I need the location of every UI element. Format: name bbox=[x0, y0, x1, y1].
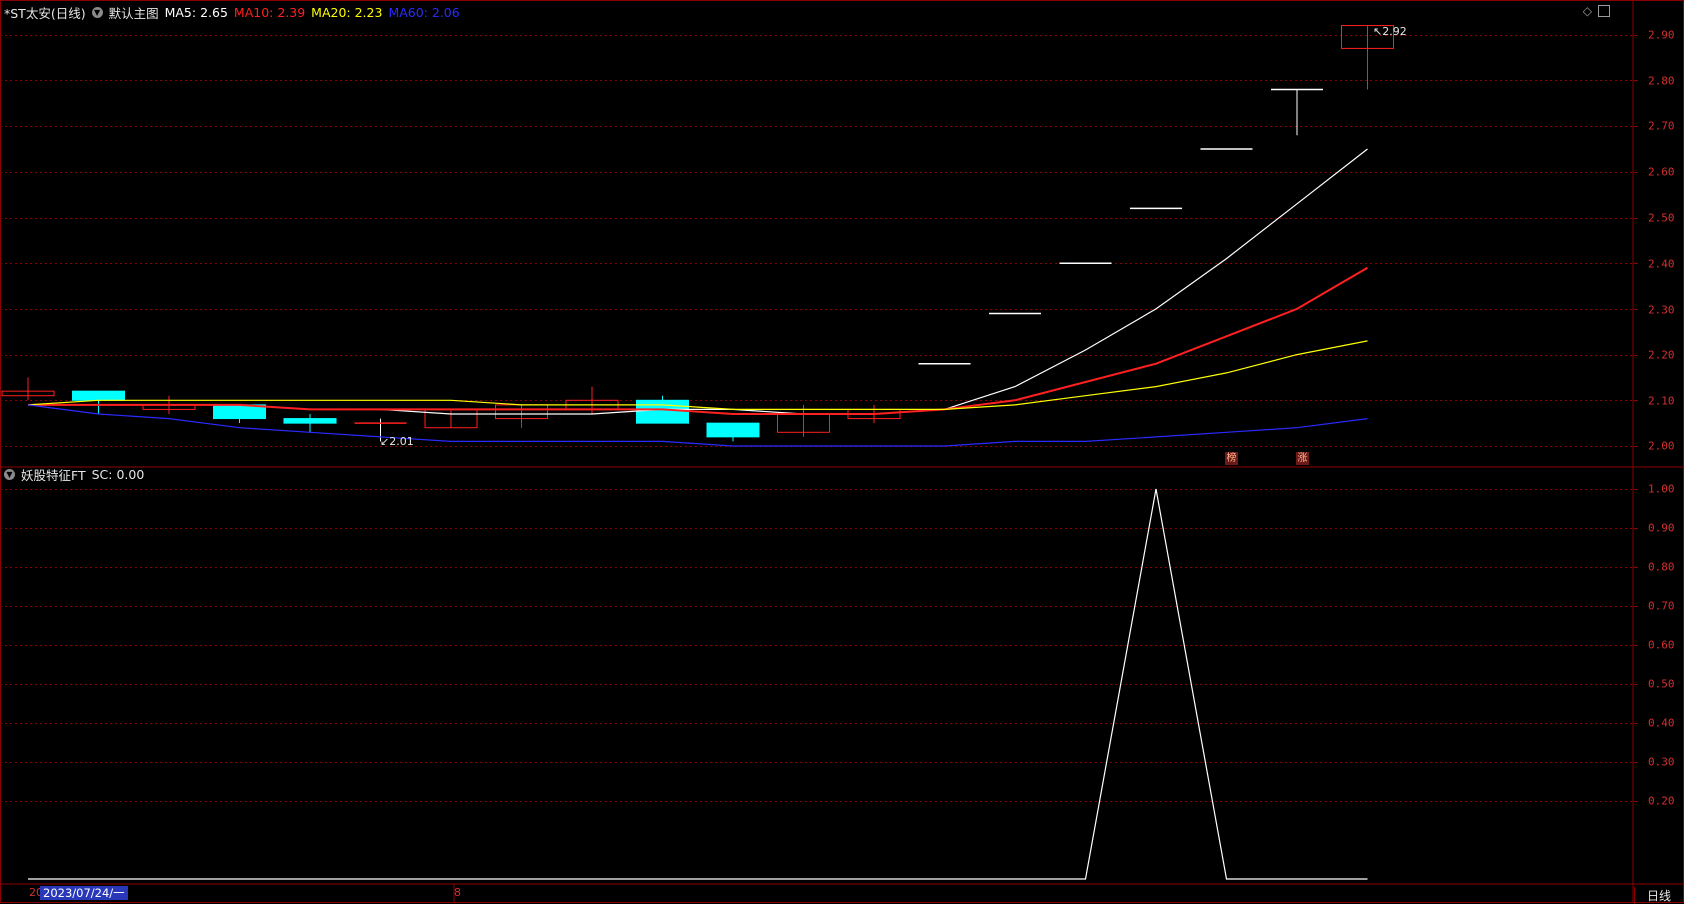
indicator-tick: 0.60 bbox=[1648, 638, 1675, 652]
time-axis-month-label: 8 bbox=[454, 886, 461, 899]
indicator-value: SC: 0.00 bbox=[91, 466, 145, 482]
chevron-down-icon[interactable]: ▼ bbox=[91, 6, 103, 18]
template-name[interactable]: 默认主图 bbox=[109, 3, 159, 22]
price-tick: 2.20 bbox=[1648, 348, 1675, 362]
moving-average-lines bbox=[27, 148, 1369, 447]
ma10-label: MA10: 2.39 bbox=[233, 4, 306, 20]
ma-line-ma10 bbox=[28, 266, 1369, 415]
candle-body bbox=[636, 399, 689, 424]
indicator-tick: 0.40 bbox=[1648, 716, 1675, 730]
price-tick: 2.50 bbox=[1648, 211, 1675, 225]
price-tick: 2.80 bbox=[1648, 74, 1675, 88]
price-tick: 2.70 bbox=[1648, 119, 1675, 133]
indicator-tick: 0.50 bbox=[1648, 677, 1675, 691]
main-panel-header: *ST太安(日线) ▼ 默认主图 MA5: 2.65 MA10: 2.39 MA… bbox=[4, 3, 460, 21]
candle-body bbox=[706, 422, 760, 438]
window-layout-icon[interactable] bbox=[1598, 5, 1610, 17]
candle-body bbox=[283, 418, 337, 424]
period-selector[interactable]: 日线 bbox=[1634, 887, 1683, 904]
candle-body bbox=[72, 390, 125, 401]
price-tick: 2.00 bbox=[1648, 439, 1675, 453]
price-tick: 2.30 bbox=[1648, 303, 1675, 317]
chevron-down-icon[interactable]: ▼ bbox=[4, 468, 15, 480]
indicator-tick: 0.90 bbox=[1648, 521, 1675, 535]
chart-canvas[interactable] bbox=[0, 0, 1684, 903]
ma5-label: MA5: 2.65 bbox=[164, 4, 228, 20]
crosshair-date: 2023/07/24/一 bbox=[40, 886, 128, 900]
indicator-tick: 0.20 bbox=[1648, 794, 1675, 808]
ma-line-ma20 bbox=[27, 340, 1368, 410]
panel-controls: ◇ bbox=[1583, 4, 1610, 18]
low-price-annotation: ↙2.01 bbox=[380, 435, 414, 448]
indicator-panel-header: ▼ 妖股特征FT SC: 0.00 bbox=[4, 465, 144, 483]
candlesticks bbox=[1, 25, 1394, 442]
stock-chart-window: *ST太安(日线) ▼ 默认主图 MA5: 2.65 MA10: 2.39 MA… bbox=[0, 0, 1684, 904]
dragon-tiger-list-tag[interactable]: 榜 bbox=[1225, 452, 1238, 465]
window-border bbox=[0, 0, 1684, 903]
indicator-tick: 0.70 bbox=[1648, 599, 1675, 613]
stock-title[interactable]: *ST太安(日线) bbox=[4, 3, 86, 22]
low-price-value: 2.01 bbox=[389, 435, 414, 448]
ma60-label: MA60: 2.06 bbox=[388, 4, 460, 20]
ma-line-ma5 bbox=[28, 148, 1368, 415]
price-tick: 2.10 bbox=[1648, 394, 1675, 408]
price-tick: 2.60 bbox=[1648, 165, 1675, 179]
ma20-label: MA20: 2.23 bbox=[311, 4, 383, 20]
diamond-icon[interactable]: ◇ bbox=[1583, 4, 1592, 18]
grid-lines bbox=[0, 0, 1684, 903]
price-tick: 2.90 bbox=[1648, 28, 1675, 42]
indicator-tick: 0.30 bbox=[1648, 755, 1675, 769]
limit-up-tag[interactable]: 涨 bbox=[1296, 452, 1309, 465]
indicator-name[interactable]: 妖股特征FT bbox=[21, 465, 86, 484]
indicator-tick: 0.80 bbox=[1648, 560, 1675, 574]
high-price-value: 2.92 bbox=[1382, 25, 1407, 38]
indicator-tick: 1.00 bbox=[1648, 482, 1675, 496]
price-tick: 2.40 bbox=[1648, 257, 1675, 271]
high-price-annotation: ↖2.92 bbox=[1373, 25, 1407, 38]
